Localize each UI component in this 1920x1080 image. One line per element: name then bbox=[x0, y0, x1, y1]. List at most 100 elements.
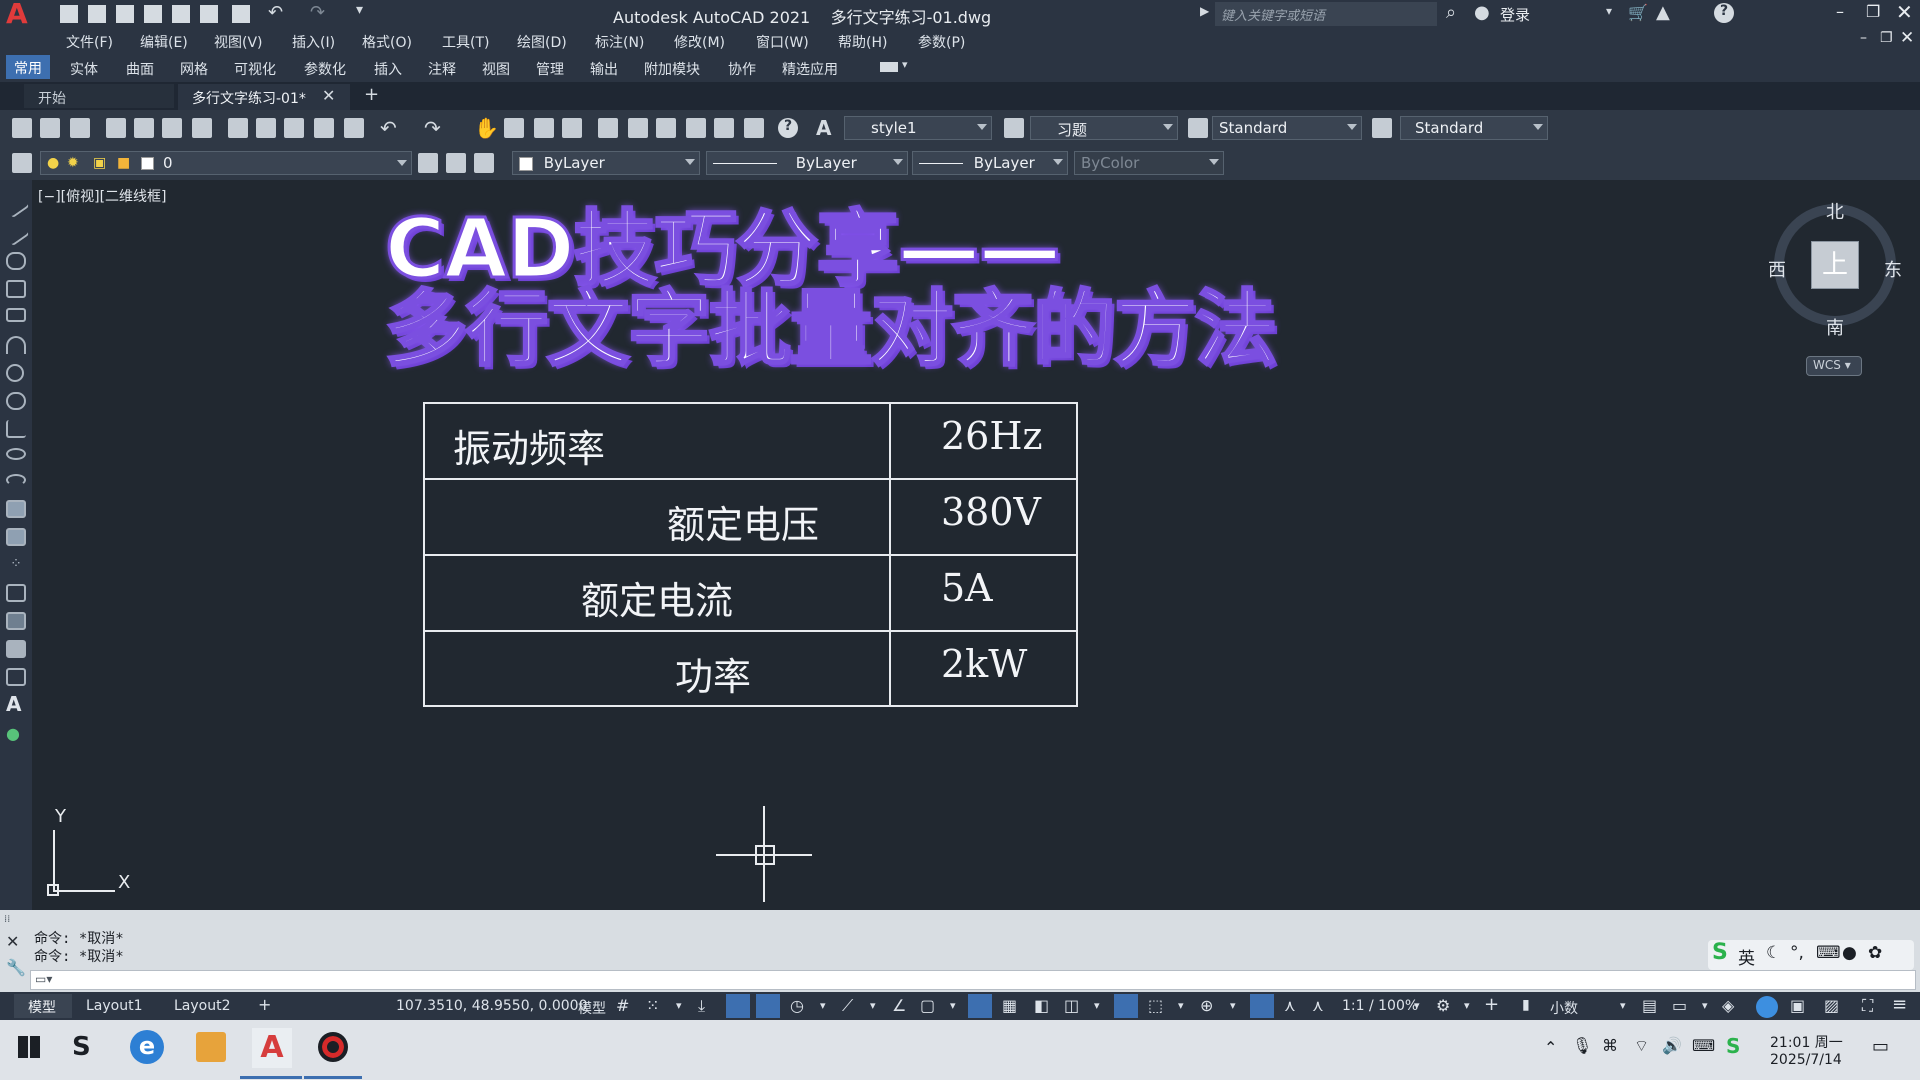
quick-properties-icon[interactable]: ▤ bbox=[1642, 996, 1657, 1015]
menu-draw[interactable]: 绘图(D) bbox=[517, 32, 567, 52]
ribbon-tab-featured[interactable]: 精选应用 bbox=[782, 59, 838, 79]
ribbon-tab-solid[interactable]: 实体 bbox=[70, 59, 98, 79]
table-style-icon[interactable] bbox=[1188, 118, 1208, 138]
table-cell-value[interactable]: 2kW bbox=[941, 642, 1027, 686]
coordinates-readout[interactable]: 107.3510, 48.9550, 0.0000 bbox=[396, 998, 587, 1014]
tb-help-icon[interactable]: ? bbox=[778, 118, 798, 138]
tb-cut-icon[interactable] bbox=[228, 118, 248, 138]
plot-icon[interactable] bbox=[232, 5, 250, 23]
viewcube-south[interactable]: 南 bbox=[1826, 314, 1844, 340]
menu-insert[interactable]: 插入(I) bbox=[292, 32, 335, 52]
command-prompt-icon[interactable]: ▭▾ bbox=[35, 972, 52, 986]
tb-pan-icon[interactable]: ✋ bbox=[474, 116, 499, 140]
tb-3dprint-icon[interactable] bbox=[192, 118, 212, 138]
gradient-icon[interactable] bbox=[6, 612, 26, 630]
ime-toolbar[interactable]: S 英 ☾ °, ⌨ ● ✿ bbox=[1708, 940, 1914, 970]
login-dropdown-icon[interactable]: ▾ bbox=[1606, 4, 1612, 18]
search-icon[interactable]: ⌕ bbox=[1446, 2, 1456, 23]
tb-designcenter-icon[interactable] bbox=[628, 118, 648, 138]
selection-filter-icon[interactable]: ⬚ bbox=[1148, 996, 1163, 1015]
model-space-toggle[interactable]: 模型 bbox=[578, 998, 606, 1018]
ribbon-tab-parametric[interactable]: 参数化 bbox=[304, 59, 346, 79]
command-close-icon[interactable]: ✕ bbox=[6, 932, 19, 951]
infer-constraints-icon[interactable] bbox=[726, 994, 750, 1018]
table-icon[interactable] bbox=[6, 668, 26, 686]
table-cell-label[interactable]: 功率 bbox=[675, 646, 751, 701]
drawing-table[interactable]: 振动频率 26Hz 额定电压 380V 额定电流 5A 功率 2kW bbox=[423, 402, 1078, 707]
login-link[interactable]: 登录 bbox=[1500, 4, 1530, 25]
ribbon-toggle-icon[interactable] bbox=[880, 62, 898, 72]
command-customize-icon[interactable]: 🔧 bbox=[6, 958, 26, 977]
polar-icon[interactable]: ◷ bbox=[790, 996, 804, 1015]
ellipse-arc-icon[interactable] bbox=[6, 474, 26, 486]
annotation-scale-icon[interactable]: ⋏ bbox=[1312, 996, 1324, 1015]
polar-dropdown-icon[interactable]: ▾ bbox=[820, 999, 826, 1012]
snap-icon[interactable]: ⁙ bbox=[646, 996, 659, 1015]
graphics-perf-icon[interactable]: ▨ bbox=[1824, 996, 1839, 1015]
osnap-icon[interactable]: ▢ bbox=[920, 996, 935, 1015]
circle-icon[interactable] bbox=[6, 364, 24, 382]
clock-time[interactable]: 21:01 周一 bbox=[1770, 1032, 1843, 1052]
arc-icon[interactable] bbox=[6, 336, 26, 354]
layout-tab-model[interactable]: 模型 bbox=[14, 994, 72, 1018]
mtext-icon[interactable]: A bbox=[6, 692, 21, 716]
tb-zoom-window-icon[interactable] bbox=[534, 118, 554, 138]
text-style-icon[interactable]: A bbox=[816, 116, 831, 140]
autocad-logo[interactable]: A bbox=[6, 0, 36, 28]
publish-icon[interactable] bbox=[200, 5, 218, 23]
polyline-icon[interactable] bbox=[6, 252, 26, 270]
menu-tools[interactable]: 工具(T) bbox=[442, 32, 489, 52]
hatch-icon[interactable] bbox=[6, 584, 26, 602]
tb-preview-icon[interactable] bbox=[134, 118, 154, 138]
auto-scale-icon[interactable]: ⋏ bbox=[1284, 996, 1296, 1015]
screen-recorder-icon[interactable] bbox=[318, 1032, 348, 1062]
menu-parametric[interactable]: 参数(P) bbox=[918, 32, 965, 52]
lineweight-toggle-icon[interactable] bbox=[968, 994, 992, 1018]
otrack-icon[interactable]: ∠ bbox=[892, 996, 906, 1015]
gizmo-dropdown-icon[interactable]: ▾ bbox=[1230, 999, 1236, 1012]
dim-style-icon[interactable] bbox=[1004, 118, 1024, 138]
ribbon-tab-surface[interactable]: 曲面 bbox=[126, 59, 154, 79]
tb-redo-icon[interactable]: ↷ bbox=[424, 116, 441, 140]
save-icon[interactable] bbox=[116, 5, 134, 23]
ribbon-tab-annotate[interactable]: 注释 bbox=[428, 59, 456, 79]
notification-icon[interactable]: ▭ bbox=[1872, 1036, 1889, 1057]
wcs-menu-button[interactable]: WCS ▾ bbox=[1806, 356, 1862, 376]
dim-style-select[interactable]: 习题 bbox=[1030, 116, 1178, 140]
make-block-icon[interactable] bbox=[6, 528, 26, 546]
tb-zoom-realtime-icon[interactable] bbox=[504, 118, 524, 138]
clock-date[interactable]: 2025/7/14 bbox=[1770, 1052, 1842, 1068]
viewcube-top-face[interactable]: 上 bbox=[1811, 241, 1859, 289]
microphone-icon[interactable]: 🎙 bbox=[1572, 1036, 1592, 1055]
clean-screen-icon[interactable]: ▣ bbox=[1790, 996, 1805, 1015]
annotation-scale-value[interactable]: 1:1 / 100% bbox=[1342, 998, 1418, 1014]
ribbon-tab-manage[interactable]: 管理 bbox=[536, 59, 564, 79]
3d-osnap-dropdown-icon[interactable]: ▾ bbox=[1094, 999, 1100, 1012]
tb-calculator-icon[interactable] bbox=[744, 118, 764, 138]
tb-zoom-previous-icon[interactable] bbox=[562, 118, 582, 138]
add-selected-icon[interactable]: ● bbox=[6, 724, 20, 743]
menu-view[interactable]: 视图(V) bbox=[214, 32, 263, 52]
menu-dimension[interactable]: 标注(N) bbox=[595, 32, 644, 52]
ribbon-tab-insert[interactable]: 插入 bbox=[374, 59, 402, 79]
help-icon[interactable]: ? bbox=[1714, 3, 1734, 23]
fullscreen-icon[interactable]: ⛶ bbox=[1862, 996, 1873, 1016]
lineweight-select[interactable]: ByLayer bbox=[912, 151, 1068, 175]
dynamic-ucs-icon[interactable] bbox=[1114, 994, 1138, 1018]
doc-minimize-button[interactable]: – bbox=[1860, 30, 1867, 46]
doc-tab-active[interactable]: 多行文字练习-01* ✕ bbox=[178, 84, 350, 110]
ribbon-tab-view[interactable]: 视图 bbox=[482, 59, 510, 79]
viewcube-west[interactable]: 西 bbox=[1768, 256, 1786, 282]
qat-dropdown-icon[interactable]: ▾ bbox=[356, 2, 363, 18]
snap-dropdown-icon[interactable]: ▾ bbox=[676, 999, 682, 1012]
ime-user-icon[interactable]: ● bbox=[1842, 943, 1857, 963]
tb-save-icon[interactable] bbox=[70, 118, 90, 138]
region-icon[interactable] bbox=[6, 640, 26, 658]
menu-help[interactable]: 帮助(H) bbox=[838, 32, 887, 52]
autodesk-a360-icon[interactable]: ▲ bbox=[1656, 2, 1670, 23]
viewcube-east[interactable]: 东 bbox=[1884, 256, 1902, 282]
doc-tab-start[interactable]: 开始 bbox=[24, 84, 174, 108]
saveas-icon[interactable] bbox=[144, 5, 162, 23]
tb-undo-icon[interactable]: ↶ bbox=[380, 116, 397, 140]
ime-moon-icon[interactable]: ☾ bbox=[1766, 943, 1781, 963]
